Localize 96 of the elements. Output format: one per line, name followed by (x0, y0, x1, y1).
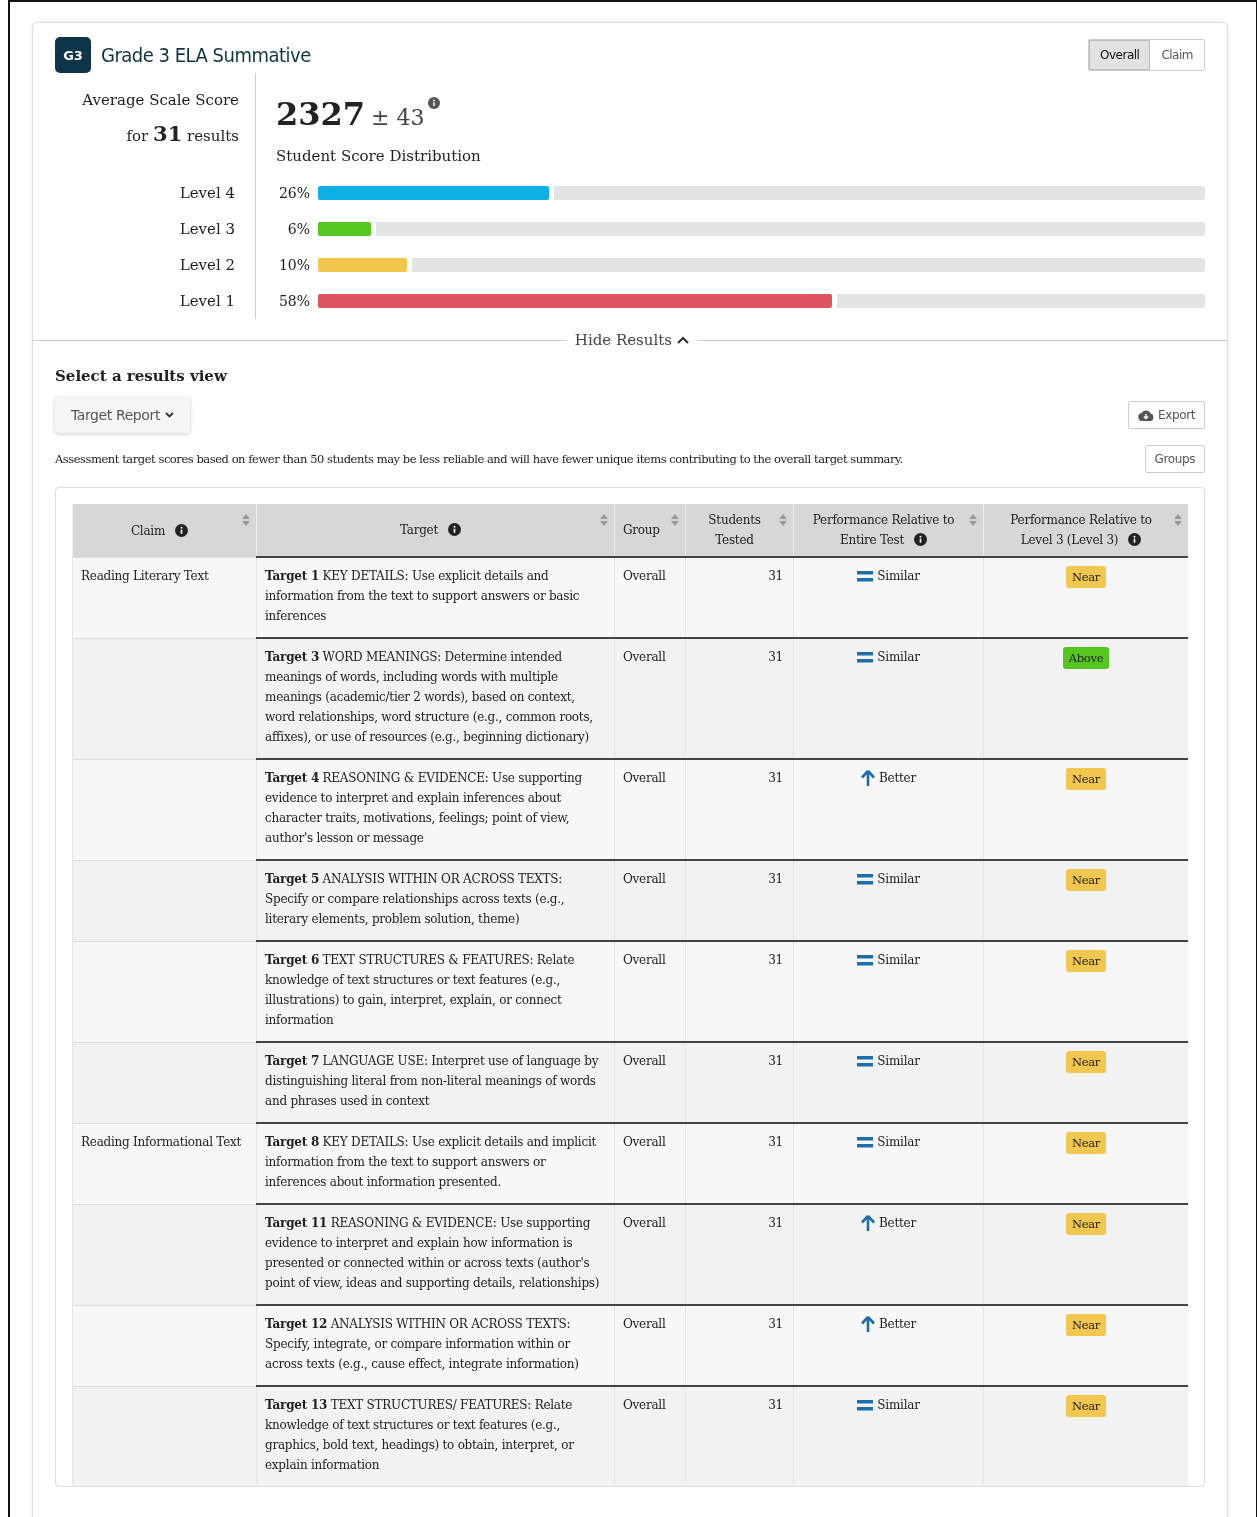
claim-text: Reading Literary Text (81, 568, 209, 583)
target-description: Target 8 KEY DETAILS: Use explicit details and implicit information from the text to support answers or inferences about information presented. (265, 1135, 597, 1189)
info-icon (428, 97, 441, 109)
level-label: Level 2 (178, 256, 236, 274)
students-count: 31 (768, 771, 783, 785)
scale-score: 2327 (276, 95, 366, 133)
performance-text: Similar (877, 952, 920, 969)
sort-icon[interactable] (779, 514, 787, 526)
level-percent: 58% (277, 293, 311, 309)
export-button[interactable]: Export (1128, 401, 1205, 429)
students-count: 31 (768, 1135, 783, 1149)
target-description: Target 12 ANALYSIS WITHIN OR ACROSS TEXTS: Specify, integrate, or compare information within or across texts (e.g., cause effect, integrate information) (265, 1317, 579, 1371)
target-description: Target 11 REASONING & EVIDENCE: Use supporting evidence to interpret and explain how information is presented or connected within or across texts (author's point of view, ideas and supporting details, relationships) (265, 1216, 600, 1290)
equals-icon (857, 873, 874, 885)
up-arrow-icon (861, 1215, 876, 1231)
level-badge: Near (1065, 1132, 1107, 1154)
performance-text: Similar (877, 1397, 920, 1414)
level-percent: 26% (277, 185, 311, 201)
sort-icon[interactable] (1174, 514, 1182, 526)
results-view-dropdown[interactable]: Target Report (55, 397, 190, 433)
group-text: Overall (623, 1317, 666, 1331)
group-text: Overall (623, 872, 666, 886)
level-badge: Near (1065, 768, 1107, 790)
sort-icon[interactable] (969, 514, 977, 526)
group-text: Overall (623, 1216, 666, 1230)
sort-icon[interactable] (242, 514, 250, 526)
group-text: Overall (623, 650, 666, 664)
students-count: 31 (768, 650, 783, 664)
grade-badge: G3 (55, 37, 91, 73)
students-count: 31 (768, 1398, 783, 1412)
level-badge: Near (1065, 1213, 1107, 1235)
up-arrow-icon (861, 770, 876, 786)
group-text: Overall (623, 1054, 666, 1068)
level-badge: Near (1065, 1395, 1107, 1417)
students-count: 31 (768, 1216, 783, 1230)
hide-results-button[interactable]: Hide Results (566, 331, 697, 349)
target-description: Target 1 KEY DETAILS: Use explicit details and information from the text to support answers or basic inferences (265, 569, 580, 623)
level-badge: Near (1065, 950, 1107, 972)
level-badge: Above (1062, 647, 1110, 669)
performance-text: Similar (877, 1134, 920, 1151)
level-label: Level 1 (178, 292, 236, 310)
performance-text: Similar (877, 568, 920, 585)
level-percent: 10% (277, 257, 311, 273)
students-count: 31 (768, 1054, 783, 1068)
target-description: Target 7 LANGUAGE USE: Interpret use of language by distinguishing literal from non-literal meanings of words and phrases used in context (265, 1054, 599, 1108)
target-description: Target 6 TEXT STRUCTURES & FEATURES: Relate knowledge of text structures or text features (e.g., illustrations) to gain, interpret, explain, or connect information (265, 953, 575, 1027)
level-badge: Near (1065, 1051, 1107, 1073)
performance-text: Similar (877, 649, 920, 666)
results-count-text: for 31 results (125, 120, 239, 148)
level-badge: Near (1065, 1314, 1107, 1336)
performance-text: Better (879, 1215, 916, 1232)
group-text: Overall (623, 1135, 666, 1149)
section-title: Select a results view (55, 367, 229, 385)
distribution-title: Student Score Distribution (276, 147, 482, 165)
performance-text: Better (879, 770, 916, 787)
equals-icon (857, 1055, 874, 1067)
chevron-up-icon (677, 336, 689, 344)
view-toggle-button[interactable]: Overall (1089, 40, 1151, 70)
target-description: Target 4 REASONING & EVIDENCE: Use supporting evidence to interpret and explain inferences about character traits, motivations, feelings; point of view, author's lesson or message (265, 771, 583, 845)
group-text: Overall (623, 771, 666, 785)
level-badge: Near (1065, 869, 1107, 891)
level-label: Level 4 (178, 184, 236, 202)
group-text: Overall (623, 1398, 666, 1412)
cloud-download-icon (1138, 409, 1155, 421)
students-count: 31 (768, 953, 783, 967)
target-description: Target 13 TEXT STRUCTURES/ FEATURES: Relate knowledge of text structures or text features (e.g., graphics, bold text, headings) to obtain, interpret, or explain information (265, 1398, 574, 1472)
target-description: Target 5 ANALYSIS WITHIN OR ACROSS TEXTS: Specify or compare relationships across texts (e.g., literary elements, problem solution, theme) (265, 872, 565, 926)
claim-text: Reading Informational Text (81, 1134, 242, 1149)
average-label: Average Scale Score (81, 90, 239, 111)
students-count: 31 (768, 872, 783, 886)
performance-text: Similar (877, 871, 920, 888)
sort-icon[interactable] (600, 514, 608, 526)
performance-text: Better (879, 1316, 916, 1333)
level-label: Level 3 (178, 220, 236, 238)
target-description: Target 3 WORD MEANINGS: Determine intended meanings of words, including words with multiple meanings (academic/tier 2 words), based on context, word relationships, word structure (e.g., common roots, affixes), or use of resources (e.g., beginning dictionary) (265, 650, 593, 744)
equals-icon (857, 954, 874, 966)
chevron-down-icon (165, 412, 174, 418)
equals-icon (857, 1399, 874, 1411)
level-percent: 6% (286, 221, 311, 237)
column-header[interactable]: Target (399, 520, 462, 541)
reliability-note: Assessment target scores based on fewer than 50 students may be less reliable and will have fewer unique items contributing to the overall target summary. (55, 452, 903, 466)
assessment-title: Grade 3 ELA Summative (101, 43, 312, 67)
group-text: Overall (623, 953, 666, 967)
score-error: ± 43 (371, 105, 425, 130)
column-header[interactable]: Claim (130, 520, 189, 541)
equals-icon (857, 651, 874, 663)
up-arrow-icon (861, 1316, 876, 1332)
level-badge: Near (1065, 566, 1107, 588)
students-count: 31 (768, 1317, 783, 1331)
performance-text: Similar (877, 1053, 920, 1070)
group-text: Overall (623, 569, 666, 583)
equals-icon (857, 570, 874, 582)
students-count: 31 (768, 569, 783, 583)
groups-button[interactable]: Groups (1144, 445, 1205, 473)
sort-icon[interactable] (671, 514, 679, 526)
equals-icon (857, 1136, 874, 1148)
